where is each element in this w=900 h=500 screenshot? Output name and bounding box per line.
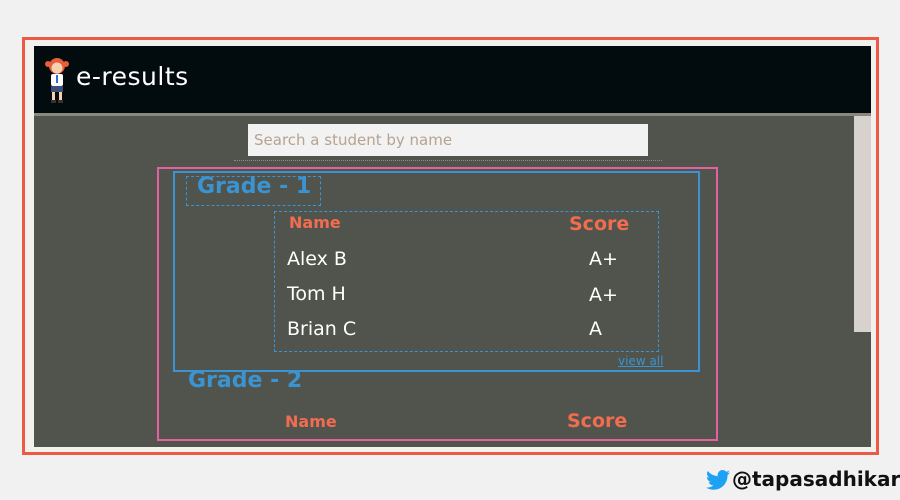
grade-1-row-1-score: A+ bbox=[589, 248, 618, 270]
header-divider bbox=[34, 113, 871, 116]
grade-1-row-2-name: Tom H bbox=[287, 283, 346, 305]
grade-2-name-header: Name bbox=[285, 412, 337, 431]
app-title: e-results bbox=[76, 62, 189, 91]
grade-1-row-2-score: A+ bbox=[589, 284, 618, 306]
student-logo-icon bbox=[45, 58, 69, 103]
grade-1-row-3-score: A bbox=[589, 318, 602, 340]
grade-1-row-3-name: Brian C bbox=[287, 318, 357, 340]
scrollbar[interactable] bbox=[854, 116, 871, 332]
grade-1-view-all-link[interactable]: view all bbox=[618, 354, 663, 368]
twitter-bird-icon bbox=[706, 470, 730, 490]
grade-1-title: Grade - 1 bbox=[197, 174, 312, 199]
grade-2-score-header: Score bbox=[567, 410, 628, 432]
search-underline bbox=[234, 160, 662, 161]
app-header: e-results bbox=[34, 46, 871, 113]
twitter-handle: @tapasadhikary bbox=[732, 467, 900, 491]
grade-1-row-1-name: Alex B bbox=[287, 248, 347, 270]
grade-1-score-header: Score bbox=[569, 213, 630, 235]
grade-2-title: Grade - 2 bbox=[188, 368, 303, 393]
grade-1-name-header: Name bbox=[289, 213, 341, 232]
search-input[interactable] bbox=[248, 124, 648, 156]
